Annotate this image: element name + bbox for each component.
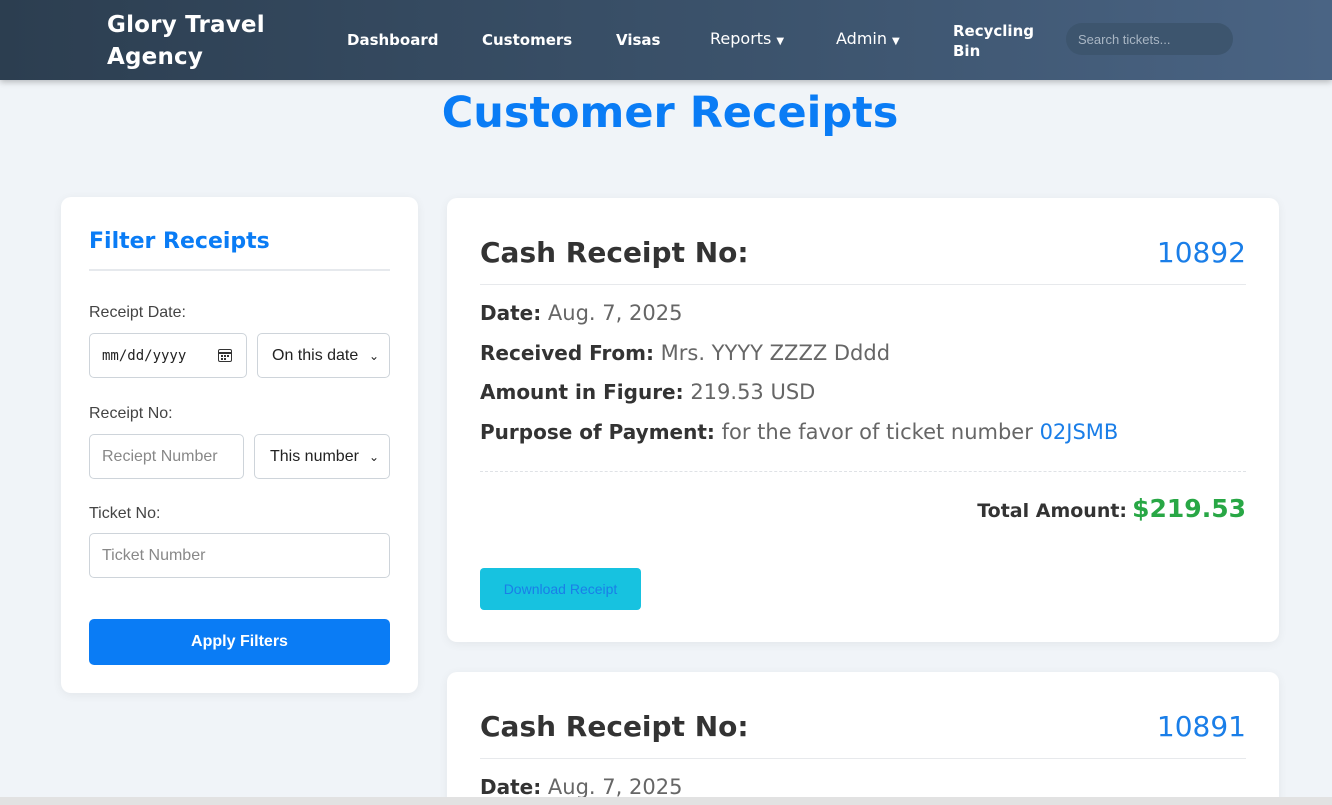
nav-dashboard[interactable]: Dashboard <box>347 31 438 49</box>
date-mode-select[interactable]: On this date ⌄ <box>257 333 390 378</box>
receipt-number: 10891 <box>1156 710 1246 743</box>
ticket-number-link[interactable]: 02JSMB <box>1040 420 1119 444</box>
received-from-key: Received From: <box>480 341 654 365</box>
nav-reports-dropdown[interactable]: Reports ▼ <box>710 29 784 48</box>
divider <box>480 471 1246 472</box>
brand-logo-text[interactable]: Glory Travel Agency <box>107 9 297 73</box>
search-tickets-input[interactable] <box>1066 23 1233 55</box>
receipt-card-header: Cash Receipt No: 10892 <box>480 236 1246 285</box>
receipt-date-row: Date: Aug. 7, 2025 <box>480 775 682 799</box>
amount-value: 219.53 USD <box>690 380 816 404</box>
chevron-down-icon: ▼ <box>892 36 900 47</box>
receipt-date-row: Date: Aug. 7, 2025 <box>480 301 682 325</box>
horizontal-scrollbar[interactable] <box>0 797 1332 805</box>
receipt-number-input[interactable]: Reciept Number <box>89 434 244 479</box>
receipt-no-mode-select[interactable]: This number ⌄ <box>254 434 390 479</box>
receipt-date-value: Aug. 7, 2025 <box>547 301 683 325</box>
total-amount-value: $219.53 <box>1132 494 1246 523</box>
receipt-no-label: Receipt No: <box>89 405 173 422</box>
date-mode-value: On this date <box>272 346 359 364</box>
purpose-key: Purpose of Payment: <box>480 420 715 444</box>
page-title: Customer Receipts <box>441 88 899 138</box>
filter-panel: Filter Receipts Receipt Date: mm/dd/yyyy… <box>61 197 418 693</box>
nav-visas-label: Visas <box>616 31 661 49</box>
receipt-card-header: Cash Receipt No: 10891 <box>480 710 1246 759</box>
nav-dashboard-label: Dashboard <box>347 31 439 49</box>
divider <box>89 269 390 271</box>
received-from-row: Received From: Mrs. YYYY ZZZZ Dddd <box>480 341 890 365</box>
ticket-no-label: Ticket No: <box>89 505 161 522</box>
receipt-number-placeholder: Reciept Number <box>102 447 218 465</box>
purpose-row: Purpose of Payment: for the favor of tic… <box>480 420 1118 444</box>
calendar-icon[interactable] <box>218 349 232 362</box>
receipt-date-key: Date: <box>480 301 542 325</box>
total-amount-key: Total Amount: <box>977 500 1128 522</box>
nav-recycling-bin[interactable]: Recycling Bin <box>953 21 1034 61</box>
receipt-heading: Cash Receipt No: <box>480 710 749 743</box>
purpose-value: for the favor of ticket number <box>721 420 1033 444</box>
download-receipt-button[interactable]: Download Receipt <box>480 568 641 610</box>
nav-admin-label: Admin <box>836 29 887 48</box>
chevron-down-icon: ▼ <box>776 36 785 47</box>
receipt-date-key: Date: <box>480 775 542 799</box>
amount-row: Amount in Figure: 219.53 USD <box>480 380 815 404</box>
apply-filters-button[interactable]: Apply Filters <box>89 619 390 665</box>
chevron-down-icon: ⌄ <box>368 348 379 363</box>
nav-customers[interactable]: Customers <box>482 31 572 49</box>
receipt-no-mode-value: This number <box>270 447 359 465</box>
nav-recycling-bin-label: Recycling Bin <box>953 22 1034 60</box>
amount-key: Amount in Figure: <box>480 380 684 404</box>
receipt-date-value: Aug. 7, 2025 <box>547 775 683 799</box>
filter-title: Filter Receipts <box>89 229 270 254</box>
receipt-card: Cash Receipt No: 10891 Date: Aug. 7, 202… <box>447 672 1279 805</box>
nav-customers-label: Customers <box>482 31 573 49</box>
receipt-heading: Cash Receipt No: <box>480 236 749 269</box>
nav-reports-label: Reports <box>710 29 772 48</box>
total-amount: Total Amount: $219.53 <box>977 494 1246 523</box>
ticket-number-placeholder: Ticket Number <box>102 546 206 564</box>
receipt-date-label: Receipt Date: <box>89 304 186 321</box>
nav-visas[interactable]: Visas <box>616 31 660 49</box>
nav-admin-dropdown[interactable]: Admin ▼ <box>836 29 900 48</box>
date-input-value: mm/dd/yyyy <box>102 347 187 364</box>
top-navbar: Glory Travel Agency Dashboard Customers … <box>0 0 1332 80</box>
receipt-card: Cash Receipt No: 10892 Date: Aug. 7, 202… <box>447 198 1279 642</box>
chevron-down-icon: ⌄ <box>368 449 379 464</box>
received-from-value: Mrs. YYYY ZZZZ Dddd <box>660 341 891 365</box>
ticket-number-input[interactable]: Ticket Number <box>89 533 390 578</box>
receipt-number: 10892 <box>1156 236 1246 269</box>
receipt-date-input[interactable]: mm/dd/yyyy <box>89 333 247 378</box>
